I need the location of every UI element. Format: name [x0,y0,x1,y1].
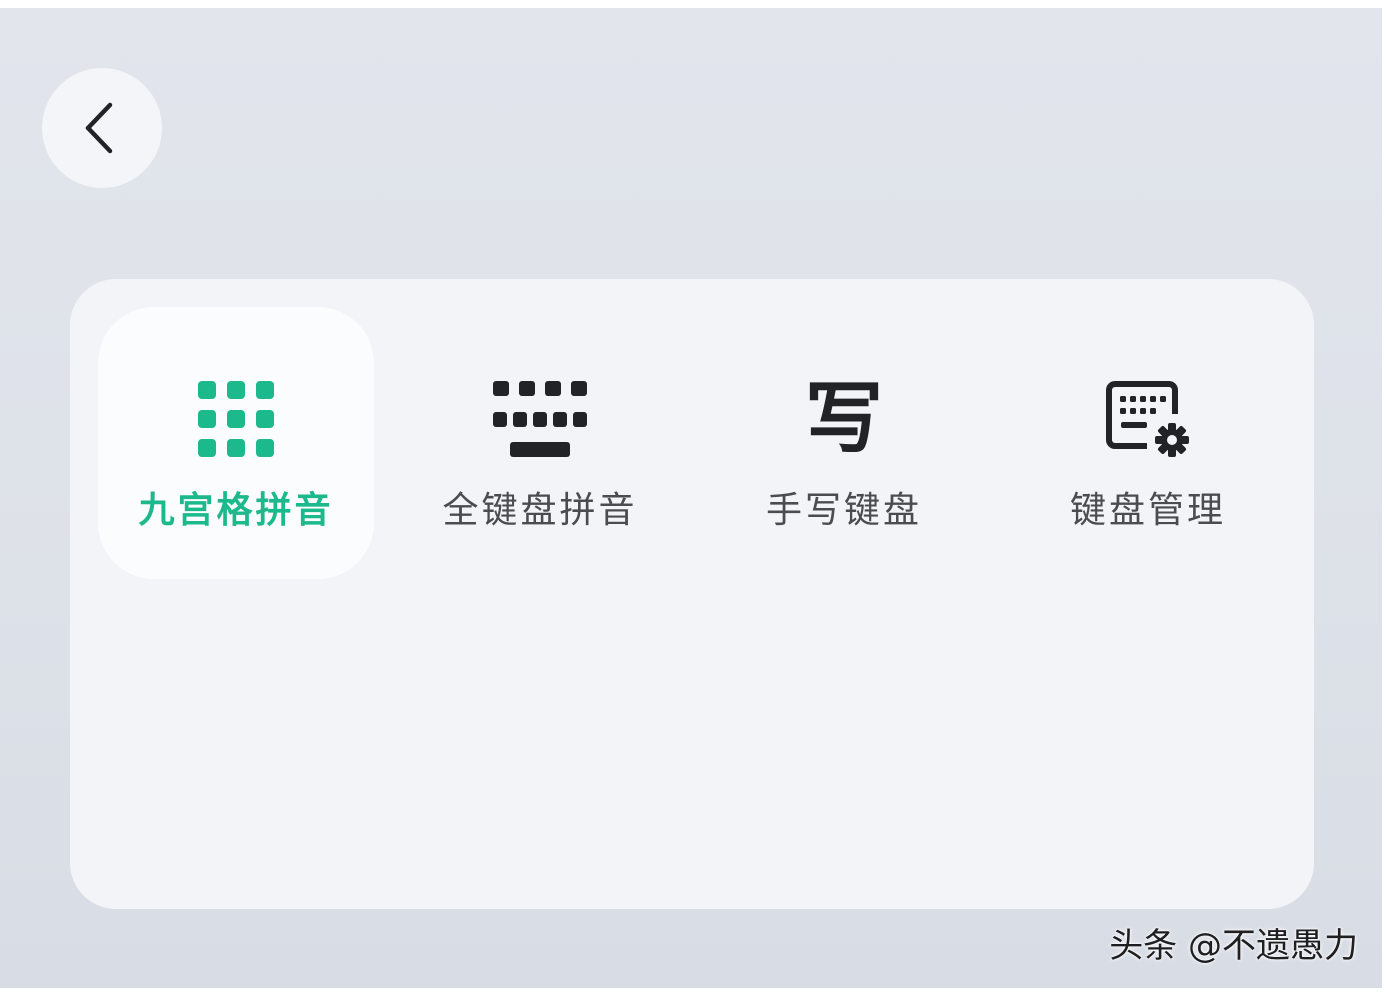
option-label: 全键盘拼音 [442,490,638,531]
handwriting-icon: 写 [706,377,982,461]
option-full-keyboard-pinyin[interactable]: 全键盘拼音 [402,307,678,579]
option-label: 九宫格拼音 [138,490,334,531]
nine-grid-icon [98,377,374,461]
watermark-text: 头条 @不遗愚力 [1109,926,1358,966]
chevron-left-icon [85,102,113,154]
option-keyboard-management[interactable]: 键盘管理 [1010,307,1286,579]
option-label: 键盘管理 [1069,490,1226,531]
right-border [1382,0,1386,992]
option-nine-grid-pinyin[interactable]: 九宫格拼音 [98,307,374,579]
bottom-border [0,988,1386,992]
option-label: 手写键盘 [765,490,922,531]
top-border [0,0,1386,8]
handwriting-glyph: 写 [804,374,883,464]
full-keyboard-icon [402,377,678,461]
option-handwriting-keyboard[interactable]: 写 手写键盘 [706,307,982,579]
back-button[interactable] [42,68,162,188]
keyboard-settings-icon [1010,377,1286,461]
